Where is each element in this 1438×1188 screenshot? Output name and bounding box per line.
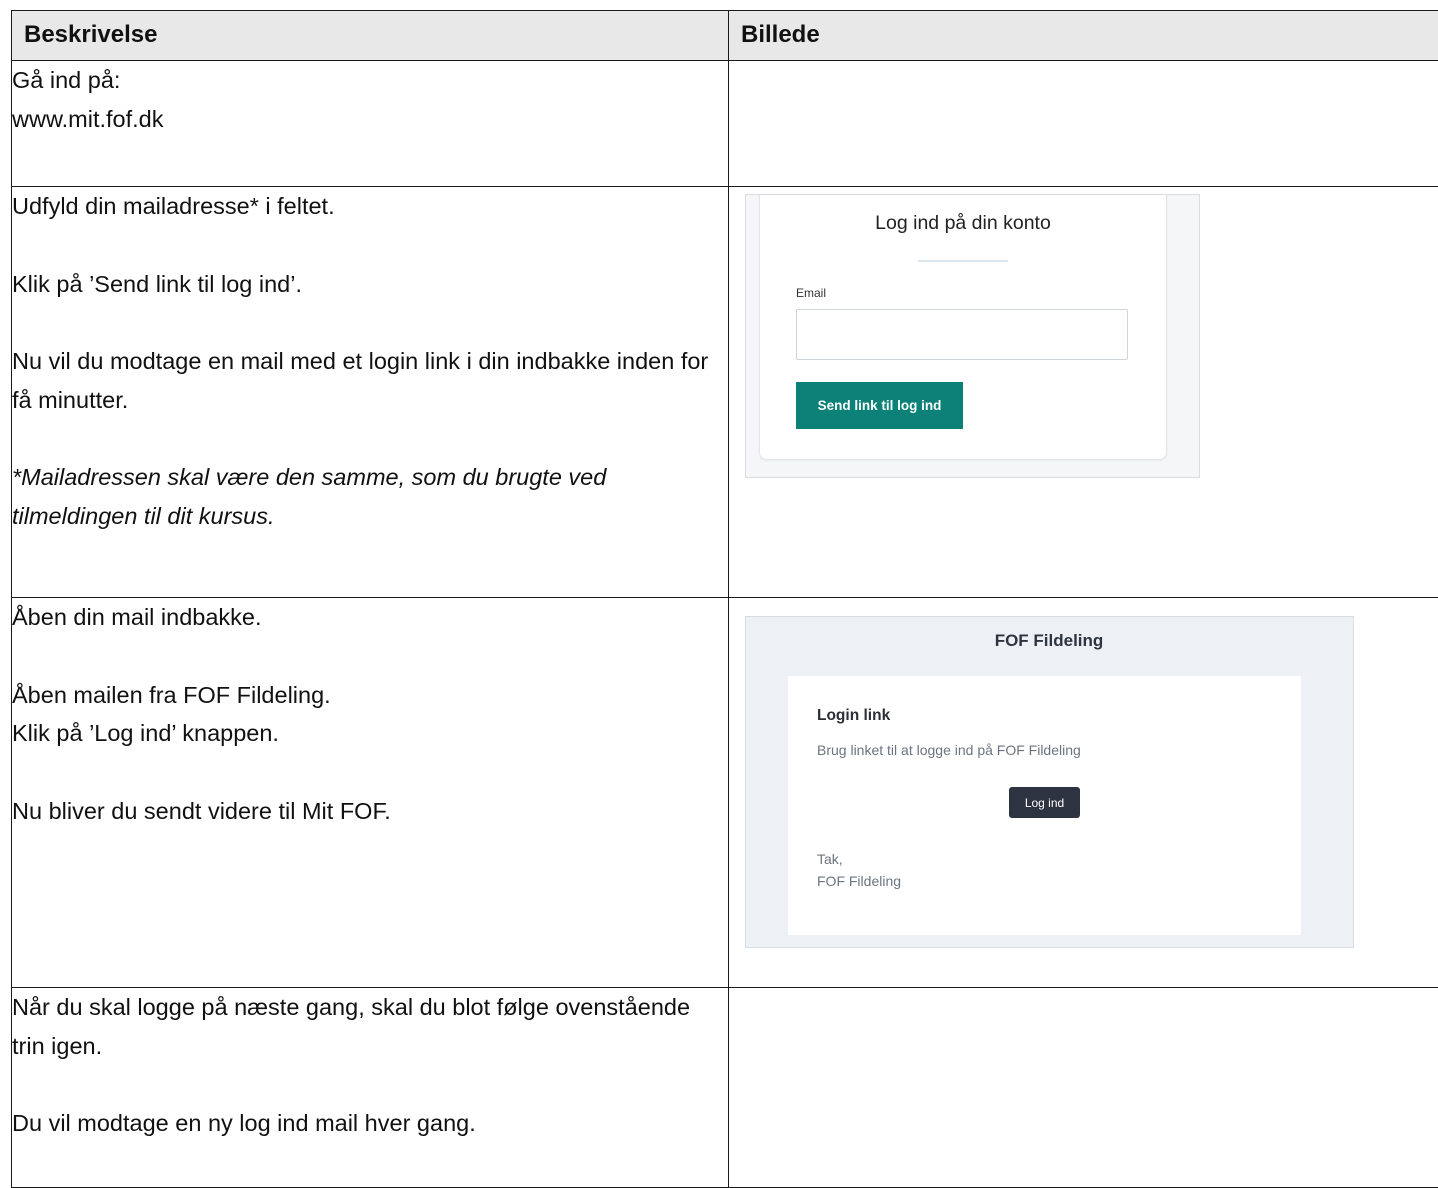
description-cell: Gå ind på: www.mit.fof.dk [12,61,729,187]
send-link-button[interactable]: Send link til log ind [796,382,963,429]
email-sign-off: Tak, [817,851,843,867]
description-cell: Åben din mail indbakke. Åben mailen fra … [12,598,729,988]
description-cell: Udfyld din mailadresse* i feltet. Klik p… [12,187,729,598]
table-row: Udfyld din mailadresse* i feltet. Klik p… [12,187,1438,598]
table-row: Gå ind på: www.mit.fof.dk [12,61,1438,187]
header-billede: Billede [729,11,1438,61]
step-note: *Mailadressen skal være den samme, som d… [12,458,728,535]
step-text: Klik på ’Send link til log ind’. [12,265,728,304]
table-row: Når du skal logge på næste gang, skal du… [12,988,1438,1188]
table-header-row: Beskrivelse Billede [12,11,1438,61]
image-cell: Log ind på din konto Email Send link til… [729,187,1438,598]
step-text: Nu vil du modtage en mail med et login l… [12,342,728,419]
email-heading: Login link [817,707,890,725]
step-text: Når du skal logge på næste gang, skal du… [12,988,728,1065]
log-ind-button[interactable]: Log ind [1009,787,1080,818]
email-screenshot: FOF Fildeling Login link Brug linket til… [745,616,1354,948]
login-title: Log ind på din konto [760,212,1166,235]
step-text: Gå ind på: [12,61,728,100]
title-divider [918,260,1008,262]
step-text: Åben mailen fra FOF Fildeling. [12,676,728,715]
image-cell [729,61,1438,187]
email-text: Brug linket til at logge ind på FOF Fild… [817,742,1081,758]
step-link-text: www.mit.fof.dk [12,100,728,139]
step-text: Udfyld din mailadresse* i feltet. [12,187,728,226]
image-cell [729,988,1438,1188]
header-beskrivelse: Beskrivelse [12,11,729,61]
instruction-table: Beskrivelse Billede Gå ind på: www.mit.f… [11,10,1438,1188]
table-row: Åben din mail indbakke. Åben mailen fra … [12,598,1438,988]
step-text: Nu bliver du sendt videre til Mit FOF. [12,792,728,831]
email-body: Login link Brug linket til at logge ind … [788,676,1301,935]
step-text: Du vil modtage en ny log ind mail hver g… [12,1104,728,1143]
email-label: Email [796,286,826,300]
description-cell: Når du skal logge på næste gang, skal du… [12,988,729,1188]
login-screenshot: Log ind på din konto Email Send link til… [745,194,1200,478]
login-card: Log ind på din konto Email Send link til… [759,195,1167,460]
email-field[interactable] [796,309,1128,360]
step-text: Åben din mail indbakke. [12,598,728,637]
email-brand: FOF Fildeling [746,631,1352,651]
step-text: Klik på ’Log ind’ knappen. [12,714,728,753]
email-sender: FOF Fildeling [817,873,901,889]
image-cell: FOF Fildeling Login link Brug linket til… [729,598,1438,988]
